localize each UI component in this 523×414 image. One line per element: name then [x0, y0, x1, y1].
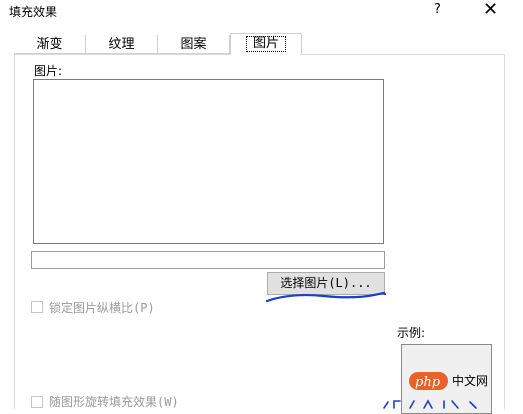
lock-aspect-checkbox[interactable]: [31, 301, 43, 313]
watermark: php 中文网: [409, 369, 523, 393]
lock-aspect-label: 锁定图片纵横比(P): [49, 301, 155, 315]
title-bar: 填充效果 ? ✕: [0, 0, 523, 24]
sample-label: 示例:: [397, 326, 426, 340]
picture-path-field[interactable]: [31, 251, 385, 269]
tab-label: 渐变: [36, 37, 63, 52]
tab-picture[interactable]: 图片: [230, 33, 302, 55]
tab-label: 图片: [245, 36, 287, 52]
rotate-fill-label: 随图形旋转填充效果(W): [49, 395, 179, 409]
tab-strip: 渐变 纹理 图案 图片: [14, 33, 504, 55]
tab-gradient[interactable]: 渐变: [14, 35, 86, 54]
watermark-badge-text: php: [415, 375, 441, 390]
watermark-badge: php: [409, 372, 448, 390]
help-button[interactable]: ?: [434, 2, 441, 17]
annotation-scribble: [383, 399, 477, 409]
tab-label: 纹理: [108, 37, 135, 52]
watermark-text: 中文网: [452, 374, 489, 388]
picture-preview: [33, 79, 384, 244]
tab-texture[interactable]: 纹理: [86, 35, 158, 54]
tab-label: 图案: [180, 37, 207, 52]
tab-pattern[interactable]: 图案: [158, 35, 230, 54]
close-button[interactable]: ✕: [483, 0, 498, 20]
rotate-fill-checkbox[interactable]: [31, 396, 43, 408]
picture-label: 图片:: [34, 64, 63, 78]
window-title: 填充效果: [9, 5, 58, 19]
annotation-underline: [265, 291, 387, 303]
